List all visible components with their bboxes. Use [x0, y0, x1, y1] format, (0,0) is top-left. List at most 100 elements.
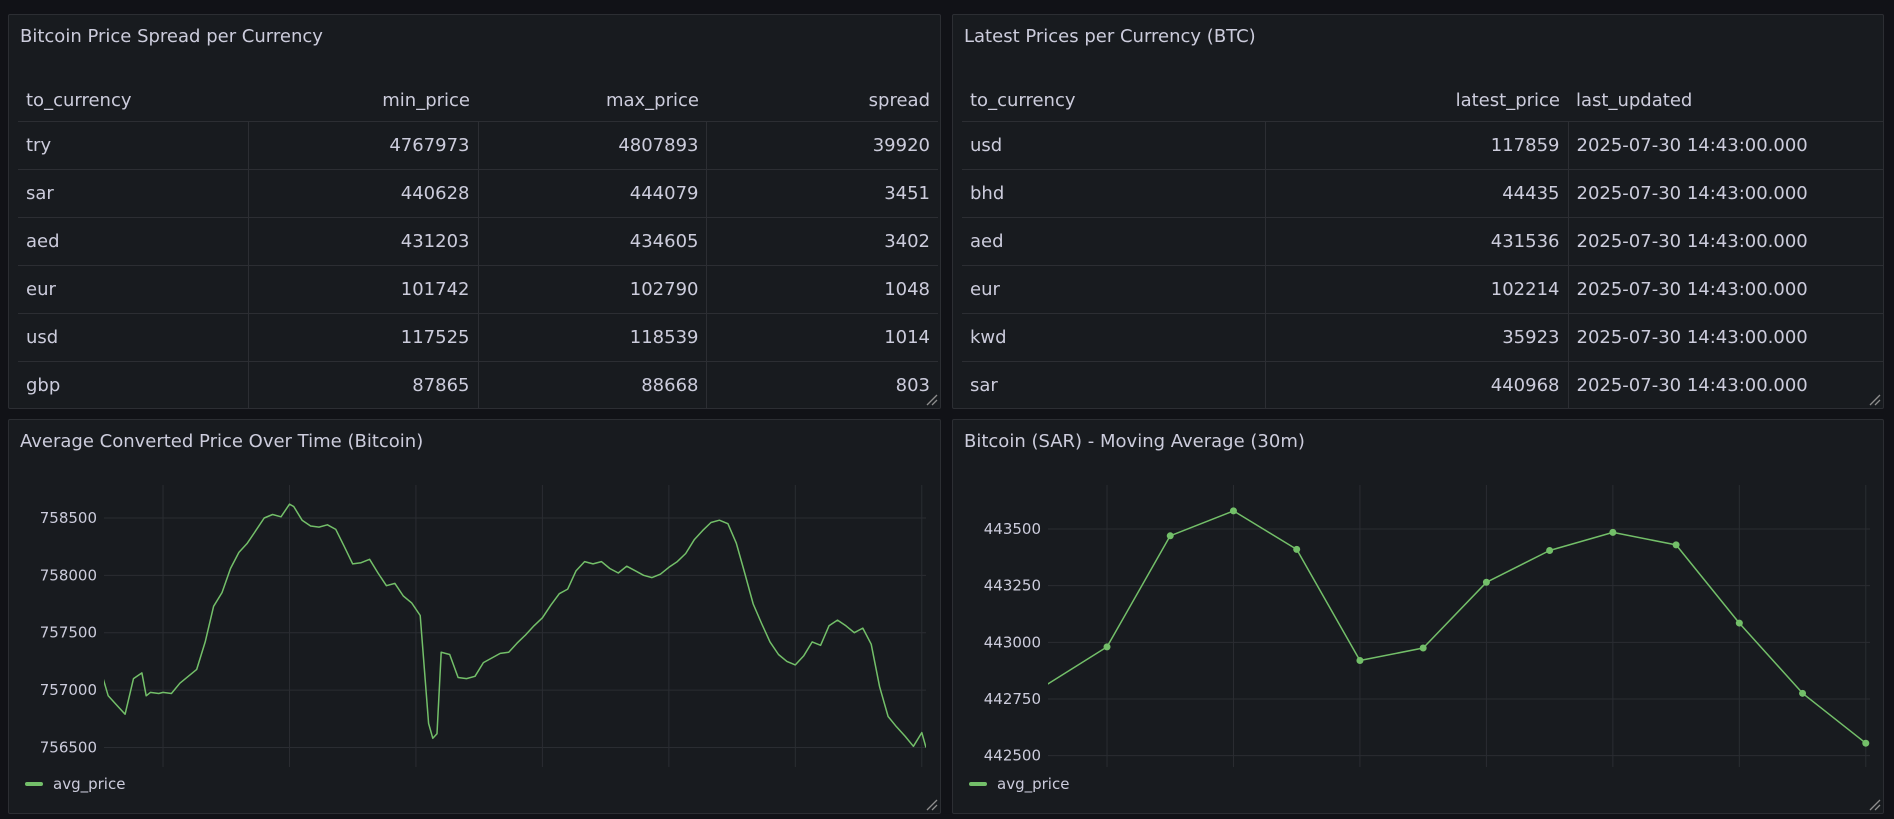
data-point[interactable] [1419, 644, 1427, 652]
table-cell: 3402 [706, 217, 938, 266]
data-point[interactable] [1799, 689, 1807, 697]
table-row[interactable]: usd 117525 118539 1014 [18, 313, 938, 362]
legend-label: avg_price [53, 775, 126, 793]
table-cell: 2025-07-30 14:43:00.000 [1568, 313, 1883, 362]
column-header-latest-price[interactable]: latest_price [1265, 81, 1568, 122]
y-tick-label: 758500 [40, 509, 97, 527]
table-cell: 88668 [478, 361, 708, 408]
table-cell: 1014 [706, 313, 938, 362]
panel-title[interactable]: Bitcoin (SAR) - Moving Average (30m) [964, 431, 1305, 452]
data-point[interactable] [1735, 619, 1743, 627]
table-cell: bhd [962, 169, 1266, 218]
panel-title[interactable]: Bitcoin Price Spread per Currency [20, 26, 323, 47]
table-row[interactable]: try 4767973 4807893 39920 [18, 121, 938, 170]
table-cell: 101742 [248, 265, 479, 314]
table-cell: gbp [18, 361, 249, 408]
legend-swatch [969, 782, 987, 786]
table-cell: 44435 [1265, 169, 1569, 218]
table-cell: 434605 [478, 217, 708, 266]
panel-price-spread: Bitcoin Price Spread per Currency to_cur… [8, 14, 941, 409]
column-header-min-price[interactable]: min_price [248, 81, 478, 122]
table-row[interactable]: sar 440968 2025-07-30 14:43:00.000 [962, 361, 1883, 408]
table-cell: aed [962, 217, 1266, 266]
table-cell: aed [18, 217, 249, 266]
chart-legend[interactable]: avg_price [25, 775, 125, 793]
table-cell: 2025-07-30 14:43:00.000 [1576, 374, 1808, 396]
table-cell: 102214 [1265, 265, 1569, 314]
table-row[interactable]: eur 101742 102790 1048 [18, 265, 938, 314]
legend-swatch [25, 782, 43, 786]
data-point[interactable] [1672, 541, 1680, 549]
table-cell: 1048 [706, 265, 938, 314]
panel-title[interactable]: Average Converted Price Over Time (Bitco… [20, 431, 423, 452]
table-cell: 87865 [248, 361, 479, 408]
resize-handle-icon[interactable] [924, 392, 938, 406]
y-tick-label: 758000 [40, 566, 97, 584]
table-cell: 2025-07-30 14:43:00.000 [1568, 217, 1883, 266]
y-tick-label: 443250 [984, 577, 1041, 595]
table-cell: 440628 [248, 169, 479, 218]
y-tick-label: 443000 [984, 633, 1041, 651]
table-cell: kwd [962, 313, 1266, 362]
resize-handle-icon[interactable] [1867, 797, 1881, 811]
table-cell: 35923 [1265, 313, 1569, 362]
table-header-row: to_currency latest_price last_updated [962, 81, 1883, 122]
column-header-to-currency[interactable]: to_currency [18, 81, 248, 122]
panel-moving-average-chart: Bitcoin (SAR) - Moving Average (30m) 442… [952, 419, 1884, 814]
table-cell: eur [962, 265, 1266, 314]
table-cell: 431203 [248, 217, 479, 266]
resize-handle-icon[interactable] [1867, 392, 1881, 406]
y-tick-label: 442750 [984, 690, 1041, 708]
panel-title[interactable]: Latest Prices per Currency (BTC) [964, 26, 1256, 47]
table-cell: 39920 [706, 121, 938, 170]
table-cell: 431536 [1265, 217, 1569, 266]
chart-legend[interactable]: avg_price [969, 775, 1069, 793]
table-cell: 117525 [248, 313, 479, 362]
table-cell: try [18, 121, 249, 170]
table-cell: sar [18, 169, 249, 218]
table-row[interactable]: bhd 44435 2025-07-30 14:43:00.000 [962, 169, 1883, 218]
table-cell: 2025-07-30 14:43:00.000 [1568, 169, 1883, 218]
table-cell: eur [18, 265, 249, 314]
table-cell: 4767973 [248, 121, 479, 170]
table-row[interactable]: aed 431203 434605 3402 [18, 217, 938, 266]
series-line[interactable] [91, 503, 926, 748]
column-header-last-updated[interactable]: last_updated [1568, 81, 1883, 122]
table-row[interactable]: kwd 35923 2025-07-30 14:43:00.000 [962, 313, 1883, 362]
table-cell: usd [18, 313, 249, 362]
data-point[interactable] [1862, 739, 1870, 747]
data-point[interactable] [1166, 532, 1174, 540]
table-cell: 803 [895, 374, 930, 396]
column-header-max-price[interactable]: max_price [478, 81, 707, 122]
table-row[interactable]: eur 102214 2025-07-30 14:43:00.000 [962, 265, 1883, 314]
y-tick-label: 757500 [40, 624, 97, 642]
column-header-to-currency[interactable]: to_currency [962, 81, 1265, 122]
latest-table: to_currency latest_price last_updated us… [962, 81, 1883, 408]
table-row[interactable]: sar 440628 444079 3451 [18, 169, 938, 218]
y-tick-label: 756500 [40, 738, 97, 756]
data-point[interactable] [1229, 507, 1237, 515]
data-point[interactable] [1103, 643, 1111, 651]
moving-average-chart[interactable]: 44250044275044300044325044350011:3012:00… [953, 465, 1883, 785]
resize-handle-icon[interactable] [924, 797, 938, 811]
data-point[interactable] [1482, 578, 1490, 586]
data-point[interactable] [1356, 656, 1364, 664]
table-cell: 117859 [1265, 121, 1569, 170]
data-point[interactable] [1609, 528, 1617, 536]
y-tick-label: 442500 [984, 747, 1041, 765]
table-cell: usd [962, 121, 1266, 170]
legend-label: avg_price [997, 775, 1070, 793]
data-point[interactable] [1293, 545, 1301, 553]
avg-price-chart[interactable]: 75650075700075750075800075850011:3012:00… [9, 465, 940, 785]
table-row[interactable]: gbp 87865 88668 803 [18, 361, 938, 408]
column-header-spread[interactable]: spread [706, 81, 938, 122]
table-row[interactable]: aed 431536 2025-07-30 14:43:00.000 [962, 217, 1883, 266]
spread-table: to_currency min_price max_price spread t… [18, 81, 938, 408]
series-line[interactable] [1006, 510, 1867, 744]
spread-table-body: try 4767973 4807893 39920 sar 440628 444079 345… [18, 121, 938, 408]
table-row[interactable]: usd 117859 2025-07-30 14:43:00.000 [962, 121, 1883, 170]
table-cell: 102790 [478, 265, 708, 314]
table-cell: 118539 [478, 313, 708, 362]
data-point[interactable] [1546, 547, 1554, 555]
table-cell: 2025-07-30 14:43:00.000 [1568, 121, 1883, 170]
